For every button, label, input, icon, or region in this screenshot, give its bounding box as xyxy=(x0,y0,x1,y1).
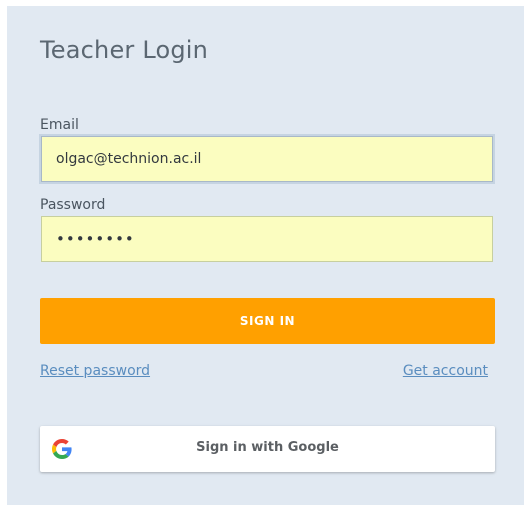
login-panel: Teacher Login Email Password SIGN IN Res… xyxy=(7,6,524,505)
email-field[interactable] xyxy=(41,136,493,182)
get-account-link[interactable]: Get account xyxy=(403,363,488,379)
password-field[interactable] xyxy=(41,216,493,262)
email-label: Email xyxy=(40,117,79,133)
password-label: Password xyxy=(40,197,106,213)
reset-password-link[interactable]: Reset password xyxy=(40,363,150,379)
sign-in-button[interactable]: SIGN IN xyxy=(40,298,495,344)
google-sign-in-button[interactable]: Sign in with Google xyxy=(40,426,495,472)
google-button-label: Sign in with Google xyxy=(196,440,339,455)
page-title: Teacher Login xyxy=(40,36,209,64)
